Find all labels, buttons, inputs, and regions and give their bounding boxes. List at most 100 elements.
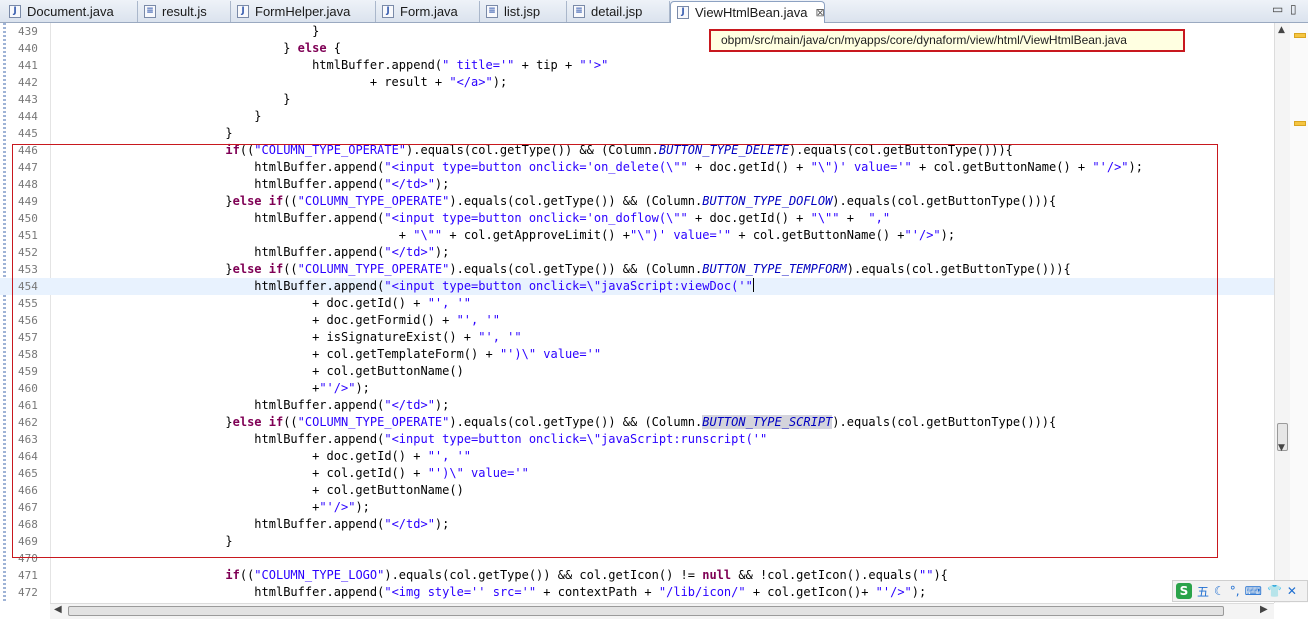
code-text[interactable]: htmlBuffer.append("</td>"); (52, 244, 449, 261)
code-text[interactable]: htmlBuffer.append("</td>"); (52, 516, 449, 533)
token: ); (1128, 160, 1143, 174)
code-text[interactable]: }else if(("COLUMN_TYPE_OPERATE").equals(… (52, 261, 1070, 278)
code-text[interactable]: htmlBuffer.append("<input type=button on… (52, 278, 754, 295)
code-text[interactable]: } else { (52, 40, 341, 57)
code-text[interactable]: + doc.getId() + "', '" (52, 295, 471, 312)
code-line[interactable]: 472 htmlBuffer.append("<img style='' src… (0, 584, 1274, 601)
vertical-scrollbar[interactable]: ▲ ▼ (1274, 23, 1291, 603)
scroll-left-arrow-icon[interactable]: ◀ (54, 604, 62, 615)
tab-formhelper-java[interactable]: J FormHelper.java (231, 1, 376, 22)
code-text[interactable]: } (52, 23, 319, 40)
code-text[interactable]: + col.getButtonName() (52, 482, 464, 499)
code-line[interactable]: 443 } (0, 91, 1274, 108)
code-line[interactable]: 466 + col.getButtonName() (0, 482, 1274, 499)
overview-ruler[interactable] (1290, 23, 1308, 603)
tab-detail-jsp[interactable]: ≡ detail.jsp (567, 1, 670, 22)
tab-form-java[interactable]: J Form.java (376, 1, 480, 22)
code-text[interactable]: + isSignatureExist() + "', '" (52, 329, 522, 346)
overview-marker[interactable] (1294, 121, 1306, 126)
tab-list-jsp[interactable]: ≡ list.jsp (480, 1, 567, 22)
code-text[interactable]: } (52, 108, 261, 125)
code-line[interactable]: 461 htmlBuffer.append("</td>"); (0, 397, 1274, 414)
code-text[interactable]: htmlBuffer.append("</td>"); (52, 176, 449, 193)
line-number: 471 (18, 569, 38, 582)
ime-keyboard-icon[interactable]: ⌨ (1245, 584, 1262, 598)
code-text[interactable]: htmlBuffer.append(" title='" + tip + "'>… (52, 57, 608, 74)
overview-marker[interactable] (1294, 33, 1306, 38)
code-line[interactable]: 462 }else if(("COLUMN_TYPE_OPERATE").equ… (0, 414, 1274, 431)
code-text[interactable]: + "\"" + col.getApproveLimit() +"\")' va… (52, 227, 955, 244)
code-editor[interactable]: 439 } 440 } else {441 htmlBuffer.append("… (0, 23, 1290, 603)
code-line[interactable]: 463 htmlBuffer.append("<input type=butto… (0, 431, 1274, 448)
code-line[interactable]: 471 if(("COLUMN_TYPE_LOGO").equals(col.g… (0, 567, 1274, 584)
code-line[interactable]: 455 + doc.getId() + "', '" (0, 295, 1274, 312)
tab-viewhtmlbean-java[interactable]: J ViewHtmlBean.java ⊠ (670, 1, 825, 23)
code-line[interactable]: 448 htmlBuffer.append("</td>"); (0, 176, 1274, 193)
code-line[interactable]: 457 + isSignatureExist() + "', '" (0, 329, 1274, 346)
code-text[interactable]: } (52, 91, 290, 108)
code-text[interactable]: + col.getButtonName() (52, 363, 464, 380)
code-line[interactable]: 470 (0, 550, 1274, 567)
scroll-right-arrow-icon[interactable]: ▶ (1260, 604, 1268, 615)
code-line[interactable]: 450 htmlBuffer.append("<input type=butto… (0, 210, 1274, 227)
horizontal-scrollbar[interactable]: ◀ ▶ (50, 603, 1274, 619)
code-line[interactable]: 452 htmlBuffer.append("</td>"); (0, 244, 1274, 261)
code-line[interactable]: 454 htmlBuffer.append("<input type=butto… (0, 278, 1274, 295)
code-line[interactable]: 444 } (0, 108, 1274, 125)
tab-document-java[interactable]: J Document.java (3, 1, 138, 22)
ime-punctuation-icon[interactable]: °, (1230, 584, 1240, 598)
code-line[interactable]: 460 +"'/>"); (0, 380, 1274, 397)
code-line[interactable]: 442 + result + "</a>"); (0, 74, 1274, 91)
line-number: 453 (18, 263, 38, 276)
code-line[interactable]: 453 }else if(("COLUMN_TYPE_OPERATE").equ… (0, 261, 1274, 278)
code-text[interactable]: }else if(("COLUMN_TYPE_OPERATE").equals(… (52, 193, 1056, 210)
code-text[interactable]: + result + "</a>"); (52, 74, 507, 91)
code-line[interactable]: 469 } (0, 533, 1274, 550)
code-line[interactable]: 445 } (0, 125, 1274, 142)
code-line[interactable]: 449 }else if(("COLUMN_TYPE_OPERATE").equ… (0, 193, 1274, 210)
minimize-window-icon[interactable]: ▭ (1272, 2, 1283, 16)
ime-toolbar[interactable]: S 五 ☾ °, ⌨ 👕 ✕ (1172, 580, 1308, 602)
code-line[interactable]: 447 htmlBuffer.append("<input type=butto… (0, 159, 1274, 176)
sogou-logo-icon[interactable]: S (1176, 583, 1192, 599)
scroll-down-arrow-icon[interactable]: ▼ (1278, 443, 1285, 453)
tab-result-js[interactable]: ≡ result.js (138, 1, 231, 22)
code-line[interactable]: 441 htmlBuffer.append(" title='" + tip +… (0, 57, 1274, 74)
code-text[interactable]: + doc.getId() + "', '" (52, 448, 471, 465)
code-text[interactable]: htmlBuffer.append("</td>"); (52, 397, 449, 414)
scroll-up-arrow-icon[interactable]: ▲ (1278, 25, 1285, 35)
code-text[interactable]: htmlBuffer.append("<input type=button on… (52, 159, 1143, 176)
token-it: BUTTON_TYPE_SCRIPT (702, 415, 833, 429)
code-line[interactable]: 456 + doc.getFormid() + "', '" (0, 312, 1274, 329)
ime-skin-icon[interactable]: 👕 (1267, 584, 1282, 598)
code-text[interactable]: if(("COLUMN_TYPE_OPERATE").equals(col.ge… (52, 142, 1013, 159)
code-text[interactable]: + col.getId() + "')\" value='" (52, 465, 529, 482)
token-str: "COLUMN_TYPE_OPERATE" (297, 415, 450, 429)
code-text[interactable]: if(("COLUMN_TYPE_LOGO").equals(col.getTy… (52, 567, 948, 584)
code-text[interactable]: } (52, 125, 232, 142)
code-text[interactable]: +"'/>"); (52, 380, 370, 397)
maximize-window-icon[interactable]: ▯ (1290, 2, 1297, 16)
code-line[interactable]: 464 + doc.getId() + "', '" (0, 448, 1274, 465)
code-text[interactable]: +"'/>"); (52, 499, 370, 516)
code-line[interactable]: 467 +"'/>"); (0, 499, 1274, 516)
code-text[interactable]: + col.getTemplateForm() + "')\" value='" (52, 346, 601, 363)
code-text[interactable]: } (52, 533, 232, 550)
ime-mode-label[interactable]: 五 (1197, 583, 1209, 600)
code-line[interactable]: 465 + col.getId() + "')\" value='" (0, 465, 1274, 482)
close-tab-icon[interactable]: ⊠ (815, 6, 824, 19)
code-text[interactable]: htmlBuffer.append("<input type=button on… (52, 431, 767, 448)
code-text[interactable]: htmlBuffer.append("<img style='' src='" … (52, 584, 926, 601)
horizontal-scroll-thumb[interactable] (68, 606, 1224, 616)
token: (( (283, 194, 298, 208)
code-text[interactable]: + doc.getFormid() + "', '" (52, 312, 500, 329)
code-line[interactable]: 451 + "\"" + col.getApproveLimit() +"\")… (0, 227, 1274, 244)
code-line[interactable]: 468 htmlBuffer.append("</td>"); (0, 516, 1274, 533)
code-text[interactable]: }else if(("COLUMN_TYPE_OPERATE").equals(… (52, 414, 1056, 431)
code-line[interactable]: 458 + col.getTemplateForm() + "')\" valu… (0, 346, 1274, 363)
ime-tools-icon[interactable]: ✕ (1287, 584, 1297, 598)
code-text[interactable]: htmlBuffer.append("<input type=button on… (52, 210, 890, 227)
code-line[interactable]: 446 if(("COLUMN_TYPE_OPERATE").equals(co… (0, 142, 1274, 159)
code-line[interactable]: 459 + col.getButtonName() (0, 363, 1274, 380)
ime-moon-icon[interactable]: ☾ (1214, 584, 1225, 598)
